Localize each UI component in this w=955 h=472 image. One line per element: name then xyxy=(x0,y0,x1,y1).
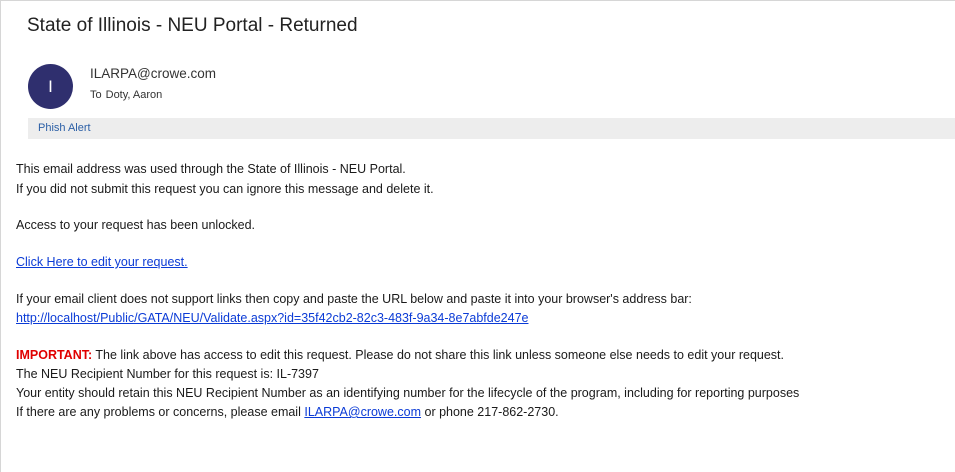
body-line-copy-url: If your email client does not support li… xyxy=(16,292,692,306)
validate-url-link[interactable]: http://localhost/Public/GATA/NEU/Validat… xyxy=(16,311,528,325)
body-line-ignore-notice: If you did not submit this request you c… xyxy=(16,182,434,196)
avatar-initial: I xyxy=(48,76,53,96)
phish-alert-button[interactable]: Phish Alert xyxy=(38,122,91,134)
contact-email-link[interactable]: ILARPA@crowe.com xyxy=(304,405,421,419)
validate-url-line: http://localhost/Public/GATA/NEU/Validat… xyxy=(16,311,528,325)
important-label: IMPORTANT: xyxy=(16,348,93,362)
body-line-portal-usage: This email address was used through the … xyxy=(16,162,406,176)
body-line-unlocked: Access to your request has been unlocked… xyxy=(16,218,256,232)
contact-line: If there are any problems or concerns, p… xyxy=(16,405,559,419)
sender-address[interactable]: ILARPA@crowe.com xyxy=(90,66,216,81)
recipient-number-line: The NEU Recipient Number for this reques… xyxy=(16,367,319,381)
addin-bar: Phish Alert xyxy=(28,118,955,139)
pane-border-top xyxy=(0,0,955,1)
important-line: IMPORTANT: The link above has access to … xyxy=(16,348,784,362)
pane-border-left xyxy=(0,0,1,472)
contact-prefix: If there are any problems or concerns, p… xyxy=(16,405,305,419)
recipient-name[interactable]: Doty, Aaron xyxy=(106,89,163,101)
email-subject: State of Illinois - NEU Portal - Returne… xyxy=(27,15,358,36)
email-reading-pane: State of Illinois - NEU Portal - Returne… xyxy=(0,0,955,472)
edit-request-line: Click Here to edit your request. xyxy=(16,255,188,269)
recipient-row: To Doty, Aaron xyxy=(90,89,162,101)
to-label: To xyxy=(90,89,102,101)
edit-request-link[interactable]: Click Here to edit your request. xyxy=(16,255,188,269)
contact-suffix: or phone 217-862-2730. xyxy=(421,405,559,419)
sender-avatar[interactable]: I xyxy=(28,64,73,109)
retain-number-line: Your entity should retain this NEU Recip… xyxy=(16,386,800,400)
important-text: The link above has access to edit this r… xyxy=(92,348,784,362)
